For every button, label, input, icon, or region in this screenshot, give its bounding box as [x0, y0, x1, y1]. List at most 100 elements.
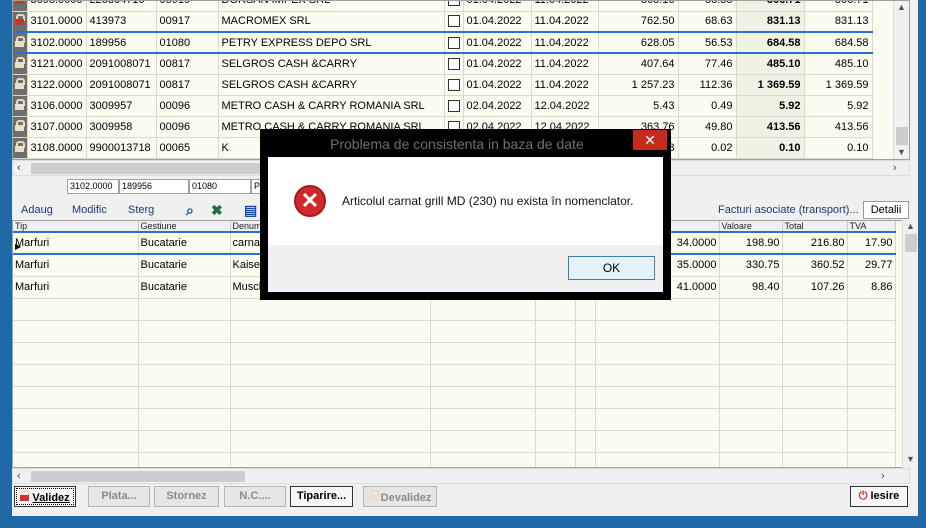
- print-button[interactable]: Tiparire...: [290, 486, 353, 507]
- document-row[interactable]: 3122.0000 2091008071 00817 SELGROS CASH &CA…: [13, 74, 873, 96]
- scroll-down-icon[interactable]: ▼: [897, 147, 906, 157]
- bottom-horizontal-scrollbar[interactable]: ‹ ›: [12, 468, 910, 484]
- line-total: 107.26: [782, 276, 848, 299]
- col-header-gestiune[interactable]: Gestiune: [138, 221, 231, 233]
- row-checkbox[interactable]: [447, 1, 460, 7]
- line-empty-cell: [13, 364, 139, 387]
- due-date: 12.04.2022: [531, 95, 599, 117]
- bottom-vertical-scrollbar[interactable]: ▲ ▼: [902, 220, 918, 468]
- storno-button[interactable]: Stornez: [154, 486, 219, 507]
- partner-name: MACROMEX SRL: [218, 11, 445, 33]
- checkbox-cell: [444, 1, 464, 12]
- line-empty-cell: [138, 452, 231, 467]
- row-checkbox[interactable]: [447, 15, 460, 28]
- dialog-titlebar[interactable]: Problema de consistenta in baza de date …: [260, 129, 671, 157]
- line-empty-cell: [230, 298, 431, 321]
- value-rest: 0.10: [804, 137, 873, 159]
- col-header-tip[interactable]: Tip: [13, 221, 139, 233]
- validate-button[interactable]: Validez: [14, 486, 76, 507]
- line-empty-cell: [535, 408, 576, 431]
- value-rest: 1 369.59: [804, 74, 873, 96]
- line-empty-cell: [595, 386, 720, 409]
- scroll-thumb[interactable]: [905, 234, 917, 252]
- line-empty-cell: [782, 408, 848, 431]
- row-checkbox[interactable]: [447, 78, 460, 91]
- line-empty-cell: [138, 298, 231, 321]
- line-tva: 29.77: [847, 254, 896, 277]
- scroll-up-icon[interactable]: ▲: [897, 2, 906, 12]
- col-header-total[interactable]: Total: [782, 221, 848, 233]
- doc-number: 3101.0000: [27, 11, 87, 33]
- lock-cell: [13, 53, 28, 75]
- value-net: 5.43: [598, 95, 679, 117]
- payment-button[interactable]: Plata...: [88, 486, 150, 507]
- doc-number: 3098.0000: [27, 1, 87, 12]
- top-vertical-scrollbar[interactable]: ▲ ▼: [893, 1, 909, 159]
- value-net: 407.64: [598, 53, 679, 75]
- devalidate-button[interactable]: Devalidez: [363, 486, 437, 507]
- row-checkbox[interactable]: [447, 36, 460, 49]
- line-empty-cell: [847, 452, 896, 467]
- details-button[interactable]: Detalii: [863, 201, 909, 219]
- binoculars-icon[interactable]: ⌕: [186, 202, 194, 219]
- line-empty-cell: [430, 298, 536, 321]
- value-vat: 112.36: [678, 74, 737, 96]
- document-row[interactable]: 3102.0000 189956 01080 PETRY EXPRESS DEPO S…: [13, 31, 873, 54]
- document-icon[interactable]: ▤: [244, 202, 257, 219]
- scroll-thumb[interactable]: [31, 471, 245, 482]
- error-icon: ✕: [294, 185, 326, 217]
- partner-code: 413973: [86, 11, 157, 33]
- empty-row: [13, 320, 896, 343]
- record-code: 189956: [119, 179, 189, 194]
- doc-number: 3102.0000: [27, 31, 87, 54]
- line-empty-cell: [595, 364, 720, 387]
- empty-row: [13, 342, 896, 365]
- close-icon[interactable]: ✕: [633, 130, 667, 150]
- scroll-thumb[interactable]: [31, 163, 271, 174]
- line-empty-cell: [782, 342, 848, 365]
- line-empty-cell: [138, 364, 231, 387]
- line-empty-cell: [535, 342, 576, 365]
- document-row[interactable]: 3106.0000 3009957 00096 METRO CASH & CARRY …: [13, 95, 873, 117]
- row-checkbox[interactable]: [447, 99, 460, 112]
- document-row[interactable]: 3121.0000 2091008071 00817 SELGROS CASH &CA…: [13, 53, 873, 75]
- scroll-left-icon[interactable]: ‹: [17, 470, 21, 482]
- exit-button[interactable]: ⏻ Iesire: [850, 486, 908, 507]
- gestiune-code: 00817: [156, 53, 219, 75]
- scroll-down-icon[interactable]: ▼: [906, 454, 915, 464]
- modify-link[interactable]: Modific: [72, 204, 107, 216]
- lock-cell: [13, 116, 28, 138]
- line-gest: Bucatarie: [138, 231, 231, 255]
- value-vat: 49.80: [678, 116, 737, 138]
- scroll-right-icon[interactable]: ›: [893, 162, 897, 174]
- line-empty-cell: [13, 430, 139, 453]
- scroll-up-icon[interactable]: ▲: [906, 221, 915, 231]
- scroll-right-icon[interactable]: ›: [881, 470, 885, 482]
- document-row[interactable]: 3101.0000 413973 00917 MACROMEX SRL 01.04.20…: [13, 11, 873, 33]
- document-row[interactable]: 3098.0000 220304710 00919 DORSAN IMPEX SRL 0…: [13, 1, 873, 12]
- ok-button[interactable]: OK: [568, 256, 655, 280]
- doc-date: 01.04.2022: [463, 31, 532, 54]
- doc-date: 01.04.2022: [463, 1, 532, 12]
- row-checkbox[interactable]: [447, 57, 460, 70]
- lock-icon: [15, 14, 26, 26]
- col-header-valoare[interactable]: Valoare: [719, 221, 783, 233]
- scroll-thumb[interactable]: [896, 127, 908, 145]
- nc-button[interactable]: N.C....: [224, 486, 286, 507]
- excel-export-icon[interactable]: ✖: [211, 202, 223, 219]
- scroll-left-icon[interactable]: ‹: [17, 162, 21, 174]
- dialog-body: ✕ Articolul carnat grill MD (230) nu exi…: [268, 157, 663, 245]
- line-empty-cell: [782, 386, 848, 409]
- line-empty-cell: [138, 320, 231, 343]
- line-empty-cell: [782, 452, 848, 467]
- line-empty-cell: [430, 386, 536, 409]
- col-header-tva[interactable]: TVA: [847, 221, 896, 233]
- delete-link[interactable]: Sterg: [128, 204, 154, 216]
- lock-icon: [15, 77, 26, 89]
- associated-invoices-link[interactable]: Facturi asociate (transport)...: [718, 204, 859, 216]
- line-empty-cell: [575, 364, 596, 387]
- empty-row: [13, 364, 896, 387]
- add-link[interactable]: Adaug: [21, 204, 53, 216]
- value-rest: 684.58: [804, 31, 873, 54]
- line-empty-cell: [535, 430, 576, 453]
